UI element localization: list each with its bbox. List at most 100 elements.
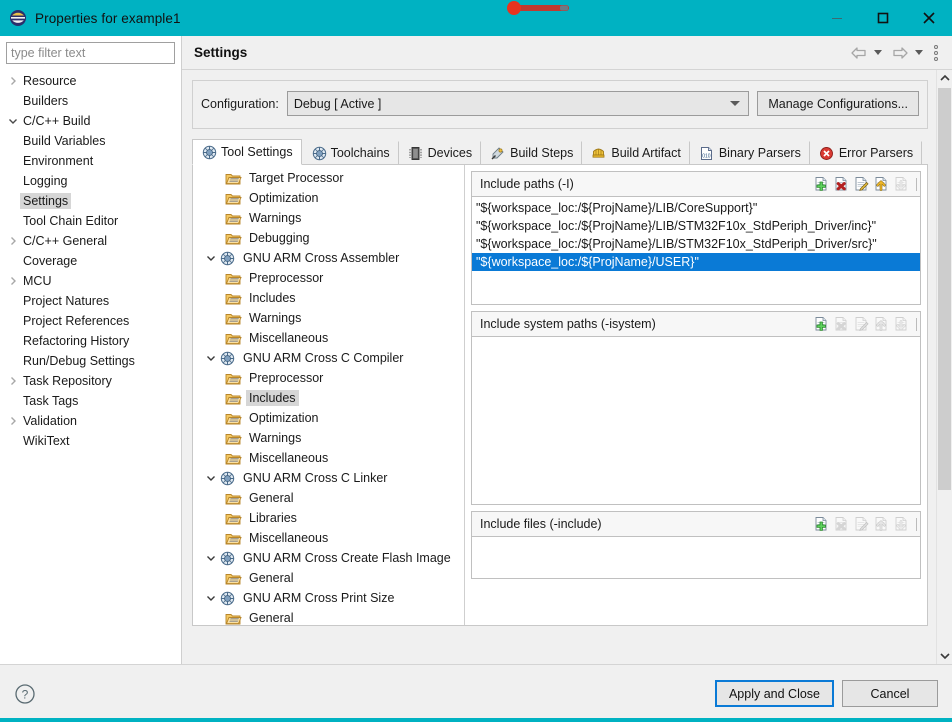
tool-tree-label: Includes [246, 390, 299, 406]
list-item[interactable]: "${workspace_loc:/${ProjName}/LIB/STM32F… [472, 217, 920, 235]
svg-text:010: 010 [702, 153, 711, 159]
sidebar-item-coverage[interactable]: Coverage [0, 251, 181, 271]
sidebar-item-build-variables[interactable]: Build Variables [0, 131, 181, 151]
forward-arrow-icon[interactable] [889, 46, 911, 60]
sidebar-item-environment[interactable]: Environment [0, 151, 181, 171]
tool-tree-item[interactable]: General [193, 568, 464, 588]
list-item[interactable]: "${workspace_loc:/${ProjName}/USER}" [472, 253, 920, 271]
tool-tree-label: Warnings [249, 211, 302, 225]
manage-configurations-button[interactable]: Manage Configurations... [757, 91, 919, 116]
option-group-list[interactable] [471, 537, 921, 579]
scrollbar-thumb[interactable] [938, 88, 951, 490]
tool-tree-item[interactable]: Miscellaneous [193, 328, 464, 348]
sidebar-item-settings[interactable]: Settings [0, 191, 181, 211]
tool-tree-item[interactable]: Target Processor [193, 168, 464, 188]
tool-tree-item[interactable]: Optimization [193, 188, 464, 208]
view-menu-icon[interactable] [930, 44, 944, 61]
tool-tree-item[interactable]: General [193, 488, 464, 508]
tab-binary-parsers[interactable]: 010 Binary Parsers [689, 141, 810, 165]
tab-tool-settings[interactable]: Tool Settings [192, 139, 302, 165]
chevron-right-icon[interactable] [6, 76, 20, 86]
tool-tree-item[interactable]: Preprocessor [193, 268, 464, 288]
chevron-down-icon[interactable] [203, 553, 219, 563]
tool-tree-item[interactable]: Miscellaneous [193, 448, 464, 468]
tool-tree-item[interactable]: General [193, 608, 464, 625]
tool-tree-item[interactable]: GNU ARM Cross Create Flash Image [193, 548, 464, 568]
tab-error-parsers[interactable]: Error Parsers [809, 141, 923, 165]
cancel-button[interactable]: Cancel [842, 680, 938, 707]
chevron-down-icon[interactable] [203, 253, 219, 263]
tool-tree-item[interactable]: Miscellaneous [193, 528, 464, 548]
tool-tree-item[interactable]: Warnings [193, 308, 464, 328]
add-icon[interactable] [814, 516, 831, 532]
tool-tree-item[interactable]: GNU ARM Cross C Compiler [193, 348, 464, 368]
sidebar-item-project-natures[interactable]: Project Natures [0, 291, 181, 311]
tab-label: Tool Settings [221, 145, 293, 159]
chevron-down-icon[interactable] [203, 473, 219, 483]
tool-tree-item[interactable]: Includes [193, 288, 464, 308]
maximize-button[interactable] [860, 0, 906, 36]
apply-and-close-button[interactable]: Apply and Close [714, 680, 834, 707]
tool-tree-item[interactable]: Includes [193, 388, 464, 408]
tool-tree-item[interactable]: Debugging [193, 228, 464, 248]
scroll-down-button[interactable] [937, 648, 952, 664]
tool-tree-item[interactable]: Preprocessor [193, 368, 464, 388]
chevron-down-icon[interactable] [203, 593, 219, 603]
sidebar-item-project-references[interactable]: Project References [0, 311, 181, 331]
sidebar-item-refactoring-history[interactable]: Refactoring History [0, 331, 181, 351]
add-icon[interactable] [814, 316, 831, 332]
tab-toolchains[interactable]: Toolchains [301, 141, 399, 165]
sidebar-item-builders[interactable]: Builders [0, 91, 181, 111]
sidebar-item-c-c-general[interactable]: C/C++ General [0, 231, 181, 251]
minimize-button[interactable] [814, 0, 860, 36]
content-scrollbar[interactable] [936, 70, 952, 664]
option-group-list[interactable] [471, 337, 921, 505]
page-title: Settings [194, 45, 248, 60]
chevron-right-icon[interactable] [6, 376, 20, 386]
option-group-list[interactable]: "${workspace_loc:/${ProjName}/LIB/CoreSu… [471, 197, 921, 305]
tool-tree-item[interactable]: GNU ARM Cross C Linker [193, 468, 464, 488]
sidebar-item-task-tags[interactable]: Task Tags [0, 391, 181, 411]
settings-content: Configuration: Debug [ Active ] Manage C… [182, 70, 936, 664]
sidebar-item-validation[interactable]: Validation [0, 411, 181, 431]
tab-build-artifact[interactable]: Build Artifact [582, 141, 690, 165]
add-icon[interactable] [814, 176, 831, 192]
chevron-right-icon[interactable] [6, 276, 20, 286]
scrollbar-track[interactable] [937, 86, 952, 648]
chevron-down-icon[interactable] [6, 116, 20, 126]
tool-tree-item[interactable]: GNU ARM Cross Print Size [193, 588, 464, 608]
sidebar-item-logging[interactable]: Logging [0, 171, 181, 191]
configuration-label: Configuration: [201, 96, 279, 111]
tool-tree-item[interactable]: Warnings [193, 428, 464, 448]
sidebar-item-task-repository[interactable]: Task Repository [0, 371, 181, 391]
move-up-icon[interactable] [874, 176, 891, 192]
configuration-combo[interactable]: Debug [ Active ] [286, 91, 750, 116]
folder-icon [225, 511, 242, 526]
tool-tree-item[interactable]: Optimization [193, 408, 464, 428]
chevron-right-icon[interactable] [6, 416, 20, 426]
scroll-up-button[interactable] [937, 70, 952, 86]
sidebar-item-tool-chain-editor[interactable]: Tool Chain Editor [0, 211, 181, 231]
back-arrow-icon[interactable] [848, 46, 870, 60]
sidebar-item-mcu[interactable]: MCU [0, 271, 181, 291]
back-dropdown-icon[interactable] [874, 50, 882, 55]
forward-dropdown-icon[interactable] [915, 50, 923, 55]
tool-tree-item[interactable]: Libraries [193, 508, 464, 528]
delete-icon[interactable] [834, 176, 851, 192]
sidebar-item-run-debug-settings[interactable]: Run/Debug Settings [0, 351, 181, 371]
list-item[interactable]: "${workspace_loc:/${ProjName}/LIB/CoreSu… [472, 199, 920, 217]
tab-build-steps[interactable]: Build Steps [481, 141, 583, 165]
sidebar-item-resource[interactable]: Resource [0, 71, 181, 91]
sidebar-item-c-c-build[interactable]: C/C++ Build [0, 111, 181, 131]
help-icon[interactable]: ? [14, 683, 36, 705]
tab-devices[interactable]: Devices [398, 141, 482, 165]
tool-tree-item[interactable]: Warnings [193, 208, 464, 228]
edit-icon[interactable] [854, 176, 871, 192]
close-button[interactable] [906, 0, 952, 36]
sidebar-item-wikitext[interactable]: WikiText [0, 431, 181, 451]
list-item[interactable]: "${workspace_loc:/${ProjName}/LIB/STM32F… [472, 235, 920, 253]
tool-tree-item[interactable]: GNU ARM Cross Assembler [193, 248, 464, 268]
chevron-right-icon[interactable] [6, 236, 20, 246]
chevron-down-icon[interactable] [203, 353, 219, 363]
filter-input[interactable] [6, 42, 175, 64]
